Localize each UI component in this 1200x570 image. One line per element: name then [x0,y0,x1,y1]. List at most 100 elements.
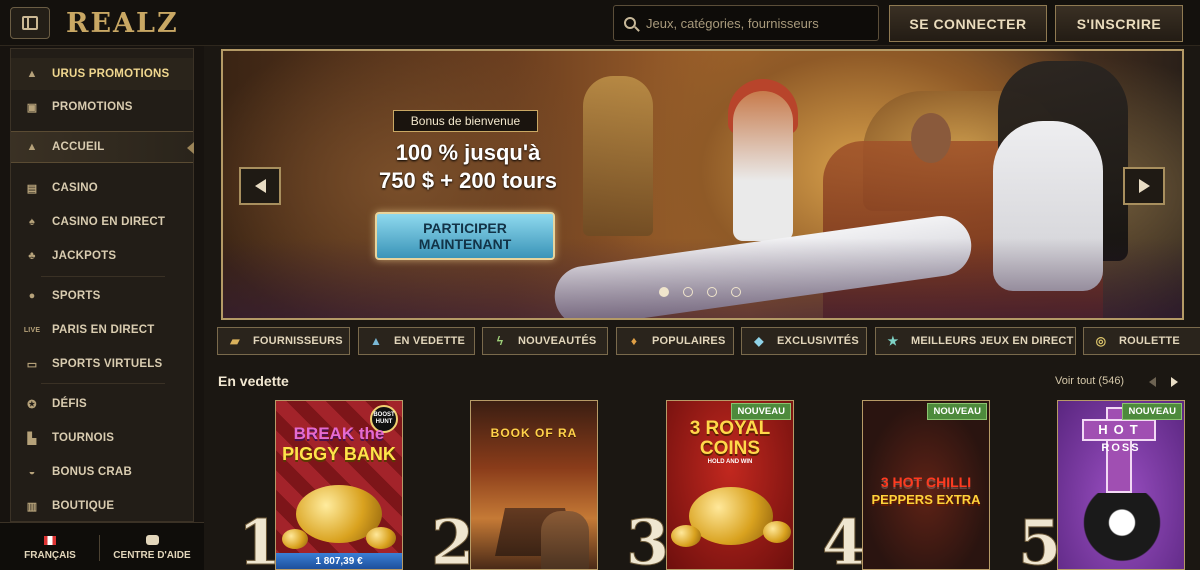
claw-icon: ◒ [28,466,36,478]
sidebar-item-promotions[interactable]: ▣ PROMOTIONS [11,91,193,123]
sidebar-item-urus-promotions[interactable]: ▲ URUS PROMOTIONS [11,58,193,90]
pyramid-icon: ▲ [369,334,383,348]
roulette-icon: ◎ [1095,334,1107,348]
diamond-icon: ◆ [754,334,764,348]
login-button[interactable]: SE CONNECTER [889,5,1047,42]
sidebar-item-casino-en-direct[interactable]: ♠ CASINO EN DIRECT [11,206,193,238]
sidebar-item-sports[interactable]: ● SPORTS [11,280,193,312]
sidebar-icon [22,16,38,30]
chevron-left-icon [1148,377,1156,387]
tab-exclusivites[interactable]: ◆ EXCLUSIVITÉS [741,327,867,355]
sidebar-item-tournois[interactable]: ▙ TOURNOIS [11,422,193,454]
sidebar-toggle-button[interactable] [10,7,50,39]
live-icon: LIVE [23,326,41,334]
game-card[interactable]: NOUVEAU 3 ROYAL COINS HOLD AND WIN [666,400,794,570]
sidebar-item-casino[interactable]: ▤ CASINO [11,172,193,204]
sidebar-divider [41,276,165,277]
sidebar-item-label: CASINO EN DIRECT [52,216,166,228]
search-box[interactable] [613,5,879,41]
game-title-line1: 3 ROYAL [689,418,771,439]
join-now-button[interactable]: PARTICIPER MAINTENANT [375,212,555,260]
sidebar: ▲ URUS PROMOTIONS ▣ PROMOTIONS ▲ ACCUEIL… [10,48,194,522]
hero-banner[interactable]: Bonus de bienvenue 100 % jusqu'à 750 $ +… [221,49,1184,320]
register-button[interactable]: S'INSCRIRE [1055,5,1183,42]
carousel-dot[interactable] [659,287,669,297]
top-header: REALZ SE CONNECTER S'INSCRIRE [0,0,1200,46]
cta-line2: MAINTENANT [418,236,512,252]
sidebar-item-label: CASINO [52,182,98,194]
carousel-dot[interactable] [731,287,741,297]
explorer-image [541,511,589,569]
featured-next-button[interactable] [1166,374,1182,390]
rank-number: 4 [821,506,866,570]
search-input[interactable] [646,15,856,31]
shop-icon: ▥ [26,500,38,513]
gold-coin-image [282,529,308,549]
category-tabs: ▰ FOURNISSEURS ▲ EN VEDETTE ϟ NOUVEAUTÉS… [217,327,1200,355]
see-all-link[interactable]: Voir tout (546) [1055,375,1124,387]
slot-machine-icon: ▤ [26,182,38,195]
hero-next-button[interactable] [1123,167,1165,205]
tab-nouveautes[interactable]: ϟ NOUVEAUTÉS [482,327,608,355]
sidebar-item-label: PARIS EN DIRECT [52,324,155,336]
gold-coin-image [763,521,791,543]
new-badge: NOUVEAU [1122,403,1182,420]
game-title-line1: BREAK the [293,424,385,443]
ball-icon: ● [28,290,36,302]
sidebar-item-sports-virtuels[interactable]: ▭ SPORTS VIRTUELS [11,348,193,380]
sidebar-footer: FRANÇAIS CENTRE D'AIDE [0,522,204,570]
cards-icon: ♠ [28,216,36,228]
sidebar-item-paris-en-direct[interactable]: LIVE PARIS EN DIRECT [11,314,193,346]
game-card[interactable]: BOOK OF RA [470,400,598,570]
tab-roulette[interactable]: ◎ ROULETTE [1083,327,1200,355]
arrow-left-icon [254,179,266,193]
tab-fournisseurs[interactable]: ▰ FOURNISSEURS [217,327,350,355]
sidebar-item-jackpots[interactable]: ♣ JACKPOTS [11,240,193,272]
gold-coin-image [366,527,396,549]
language-label: FRANÇAIS [24,549,76,561]
rank-number: 2 [430,506,475,570]
sidebar-item-label: DÉFIS [52,398,87,410]
language-selector[interactable]: FRANÇAIS [8,529,92,567]
chat-bubble-icon [145,535,159,545]
search-icon [624,17,636,29]
sidebar-item-label: BOUTIQUE [52,500,115,512]
hero-title: 100 % jusqu'à 750 $ + 200 tours [323,139,613,195]
hero-floor-shade [223,238,1182,318]
game-title-line2: PEPPERS EXTRA [871,492,981,507]
footer-divider [99,535,100,561]
site-logo[interactable]: REALZ [66,8,179,39]
sidebar-item-boutique[interactable]: ▥ BOUTIQUE [11,490,193,522]
tab-en-vedette[interactable]: ▲ EN VEDETTE [358,327,475,355]
help-label: CENTRE D'AIDE [113,550,191,561]
tab-label: MEILLEURS JEUX EN DIRECT [911,335,1074,347]
gold-coin-image [689,487,773,545]
tab-label: EXCLUSIVITÉS [777,335,859,347]
game-card[interactable]: HOT ROSS NOUVEAU [1057,400,1185,570]
sidebar-item-defis[interactable]: ✪ DÉFIS [11,388,193,420]
tab-meilleurs-jeux-en-direct[interactable]: ★ MEILLEURS JEUX EN DIRECT [875,327,1076,355]
hero-prev-button[interactable] [239,167,281,205]
sidebar-item-label: ACCUEIL [52,141,105,153]
game-subtitle: HOLD AND WIN [707,459,753,465]
game-card[interactable]: NOUVEAU 3 HOT CHILLI PEPPERS EXTRA [862,400,990,570]
help-center-button[interactable]: CENTRE D'AIDE [104,529,200,567]
sidebar-item-bonus-crab[interactable]: ◒ BONUS CRAB [11,456,193,488]
game-card[interactable]: BOOST HUNT BREAK the PIGGY BANK 1 807,39… [275,400,403,570]
gift-icon: ▣ [26,101,38,114]
app-root: REALZ SE CONNECTER S'INSCRIRE ▲ URUS PRO… [0,0,1200,570]
featured-prev-button[interactable] [1144,374,1160,390]
sidebar-item-label: SPORTS VIRTUELS [52,358,163,370]
game-title-line2: PIGGY BANK [282,444,396,464]
hero-title-line1: 100 % jusqu'à [395,140,541,165]
carousel-dot[interactable] [683,287,693,297]
car-icon: ▲ [26,68,38,80]
canada-flag-icon [44,535,56,545]
tab-populaires[interactable]: ♦ POPULAIRES [616,327,734,355]
chevron-right-icon [1170,377,1178,387]
sidebar-item-accueil[interactable]: ▲ ACCUEIL [11,131,194,163]
tab-label: POPULAIRES [652,335,726,347]
sidebar-item-label: BONUS CRAB [52,466,132,478]
carousel-dot[interactable] [707,287,717,297]
welcome-bonus-badge: Bonus de bienvenue [393,110,538,132]
